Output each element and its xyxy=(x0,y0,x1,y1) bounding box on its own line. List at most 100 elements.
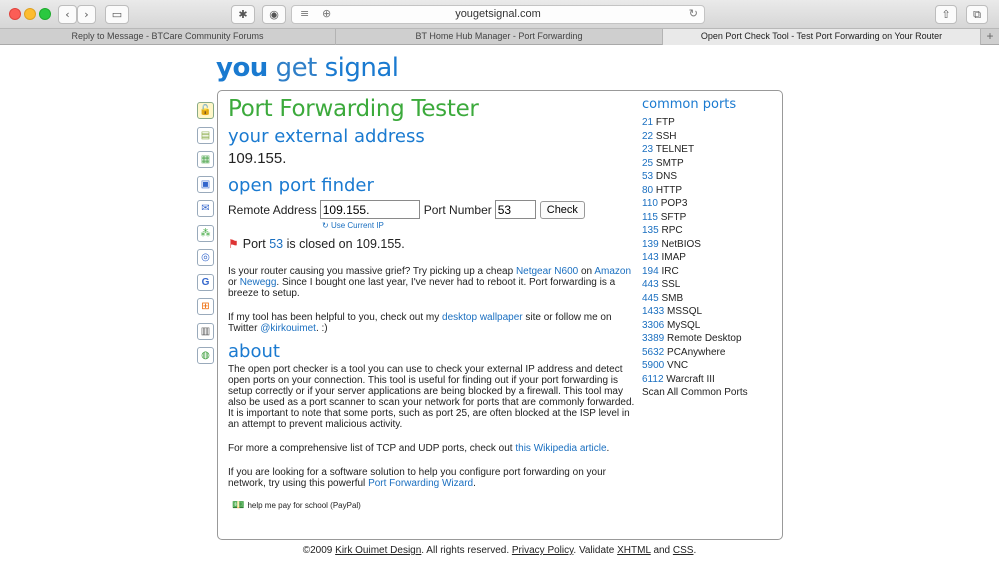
port-item[interactable]: 5900 VNC xyxy=(642,359,777,373)
result-port-link[interactable]: 53 xyxy=(269,237,283,251)
tab-bar: Reply to Message - BTCare Community Foru… xyxy=(0,29,999,45)
shield-extension-button[interactable]: ◉ xyxy=(262,5,286,24)
port-number: 445 xyxy=(642,292,659,304)
port-item[interactable]: 25 SMTP xyxy=(642,157,777,171)
port-status-result: ⚑ Port 53 is closed on 109.155. xyxy=(228,237,405,251)
tool-icon-3[interactable]: ▦ xyxy=(197,151,214,168)
port-item[interactable]: 22 SSH xyxy=(642,130,777,144)
port-service-name: NetBIOS xyxy=(661,238,701,250)
port-forwarding-tool-icon[interactable]: 🔓 xyxy=(197,102,214,119)
port-forwarding-wizard-link[interactable]: Port Forwarding Wizard xyxy=(368,478,473,489)
port-number: 22 xyxy=(642,130,654,142)
sidebar-toggle-button[interactable]: ▭ xyxy=(105,5,129,24)
port-item[interactable]: 135 RPC xyxy=(642,224,777,238)
amazon-link[interactable]: Amazon xyxy=(594,266,631,277)
validate-css-link[interactable]: CSS xyxy=(673,545,694,556)
map-icon: ▤ xyxy=(200,129,211,141)
tool-icon-10[interactable]: ▥ xyxy=(197,322,214,340)
extension-button[interactable]: ✱ xyxy=(231,5,255,24)
zoom-window-button[interactable] xyxy=(39,8,51,20)
shield-icon: ◉ xyxy=(269,8,279,21)
port-service-name: PCAnywhere xyxy=(667,346,726,358)
wikipedia-link[interactable]: this Wikipedia article xyxy=(515,443,606,454)
scan-all-ports-link[interactable]: Scan All Common Ports xyxy=(642,386,777,400)
tool-icon-11[interactable]: ◍ xyxy=(197,347,214,364)
window-icon: ▣ xyxy=(200,178,211,190)
browser-toolbar: ‹ › ▭ ✱ ◉ ≡ ⊕ yougetsignal.com ↻ ⇧ ⧉ xyxy=(0,0,999,29)
tab-open-port-check[interactable]: Open Port Check Tool - Test Port Forward… xyxy=(663,29,981,45)
reload-icon[interactable]: ↻ xyxy=(689,7,698,20)
port-number: 3306 xyxy=(642,319,665,331)
arrow-icon: ↻ xyxy=(322,221,329,230)
kirk-ouimet-design-link[interactable]: Kirk Ouimet Design xyxy=(335,545,421,556)
url-text: yougetsignal.com xyxy=(455,8,541,20)
port-item[interactable]: 139 NetBIOS xyxy=(642,238,777,252)
port-item[interactable]: 115 SFTP xyxy=(642,211,777,225)
newegg-link[interactable]: Newegg xyxy=(240,277,277,288)
port-item[interactable]: 110 POP3 xyxy=(642,197,777,211)
port-number-input[interactable] xyxy=(494,200,536,219)
tab-btcare-forums[interactable]: Reply to Message - BTCare Community Foru… xyxy=(0,29,336,45)
port-item[interactable]: 21 FTP xyxy=(642,116,777,130)
port-item[interactable]: 23 TELNET xyxy=(642,143,777,157)
tool-icon-4[interactable]: ▣ xyxy=(197,175,214,193)
tool-icon-5[interactable]: ✉ xyxy=(197,200,214,217)
port-service-name: Warcraft III xyxy=(666,373,715,385)
twitter-link[interactable]: @kirkouimet xyxy=(260,323,316,334)
port-number: 135 xyxy=(642,225,659,236)
paypal-donate-link[interactable]: 💵 help me pay for school (PayPal) xyxy=(232,500,636,511)
desktop-wallpaper-link[interactable]: desktop wallpaper xyxy=(442,312,523,323)
tool-icon-8[interactable]: G xyxy=(197,273,214,291)
tab-bt-home-hub[interactable]: BT Home Hub Manager - Port Forwarding xyxy=(336,29,663,45)
new-tab-button[interactable]: + xyxy=(981,29,999,45)
remote-address-input[interactable] xyxy=(319,200,420,219)
tool-icon-2[interactable]: ▤ xyxy=(197,126,214,144)
remote-address-label: Remote Address xyxy=(228,202,317,217)
site-logo[interactable]: you get signal xyxy=(216,53,399,83)
plus-icon: + xyxy=(986,29,994,43)
netgear-link[interactable]: Netgear N600 xyxy=(516,266,578,277)
router-promo-paragraph: Is your router causing you massive grief… xyxy=(228,266,632,299)
port-number: 25 xyxy=(642,157,654,169)
forward-button[interactable]: › xyxy=(77,5,96,24)
port-service-name: MSSQL xyxy=(667,306,703,317)
port-item[interactable]: 3389 Remote Desktop xyxy=(642,332,777,346)
port-number: 21 xyxy=(642,117,654,128)
grid-icon: ▦ xyxy=(200,154,211,165)
close-window-button[interactable] xyxy=(9,8,21,20)
external-address-heading: your external address xyxy=(228,126,425,147)
port-service-name: IMAP xyxy=(661,252,686,263)
port-item[interactable]: 3306 MySQL xyxy=(642,319,777,333)
address-bar[interactable]: ≡ ⊕ yougetsignal.com ↻ xyxy=(291,5,705,24)
privacy-policy-link[interactable]: Privacy Policy xyxy=(512,545,574,556)
port-service-name: FTP xyxy=(655,117,675,128)
port-item[interactable]: 1433 MSSQL xyxy=(642,305,777,319)
back-button[interactable]: ‹ xyxy=(58,5,77,24)
share-button[interactable]: ⇧ xyxy=(935,5,957,24)
minimize-window-button[interactable] xyxy=(24,8,36,20)
port-service-name: SSH xyxy=(655,130,677,142)
validate-xhtml-link[interactable]: XHTML xyxy=(617,545,651,556)
lock-icon: 🔓 xyxy=(199,105,212,116)
port-item[interactable]: 445 SMB xyxy=(642,292,777,306)
money-icon: 💵 xyxy=(232,500,245,511)
tool-icon-7[interactable]: ◎ xyxy=(197,249,214,266)
closed-flag-icon: ⚑ xyxy=(228,237,239,251)
port-item[interactable]: 6112 Warcraft III xyxy=(642,373,777,387)
tabs-overview-button[interactable]: ⧉ xyxy=(966,5,988,24)
port-item[interactable]: 143 IMAP xyxy=(642,251,777,265)
port-service-name: VNC xyxy=(667,360,689,371)
port-item[interactable]: 53 DNS xyxy=(642,170,777,184)
port-number: 80 xyxy=(642,184,654,196)
check-button[interactable]: Check xyxy=(539,200,585,219)
port-number: 115 xyxy=(642,211,658,223)
port-item[interactable]: 443 SSL xyxy=(642,278,777,292)
tool-icon-6[interactable]: ⁂ xyxy=(197,224,214,242)
port-item[interactable]: 80 HTTP xyxy=(642,184,777,198)
port-item[interactable]: 5632 PCAnywhere xyxy=(642,346,777,360)
tool-icon-9[interactable]: ⊞ xyxy=(197,298,214,315)
use-current-ip-link[interactable]: ↻ Use Current IP xyxy=(322,221,636,230)
port-number: 139 xyxy=(642,238,659,250)
page-title: Port Forwarding Tester xyxy=(228,96,479,122)
port-item[interactable]: 194 IRC xyxy=(642,265,777,279)
